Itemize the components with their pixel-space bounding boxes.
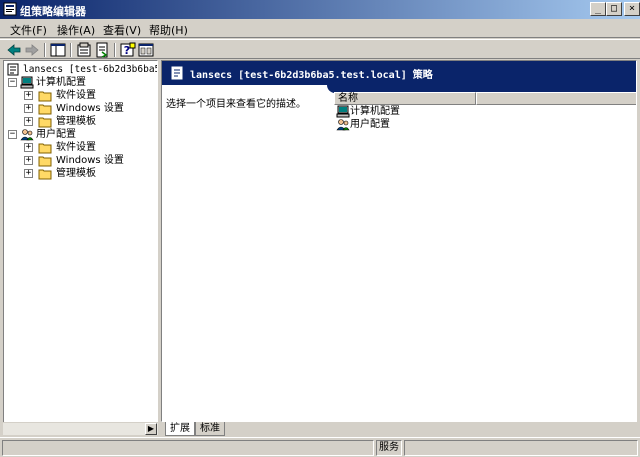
help-icon: ? [120, 42, 136, 57]
app-icon [3, 2, 17, 16]
folder-icon [38, 143, 52, 154]
tree-item-label: 用户配置 [36, 129, 76, 140]
toolbar: ? [0, 39, 640, 59]
tree-horizontal-scrollbar[interactable]: ▶ [3, 422, 158, 435]
forward-button[interactable] [24, 42, 40, 58]
tree-pane: lansecs [test-6b2d3b6ba5.test.local] 策略 … [3, 60, 158, 435]
view-tabs: 扩展 标准 [161, 422, 637, 436]
console-button[interactable] [138, 42, 154, 58]
collapse-icon[interactable]: − [8, 130, 17, 139]
forward-icon [25, 44, 39, 56]
back-icon [7, 44, 21, 56]
tree-item-label: Windows 设置 [56, 155, 124, 166]
tab-standard[interactable]: 标准 [195, 422, 225, 436]
list-header: 名称 [334, 92, 636, 105]
status-bar: 服务 [0, 437, 640, 457]
computer-icon [20, 76, 34, 89]
close-button[interactable]: × [624, 2, 640, 16]
expand-icon[interactable]: + [24, 143, 33, 152]
pane-header: lansecs [test-6b2d3b6ba5.test.local] 策略 [162, 61, 636, 85]
users-icon [336, 119, 350, 131]
folder-icon [38, 104, 52, 115]
tree-item-computer-templates[interactable]: + 管理模板 [24, 115, 154, 128]
folder-icon [38, 169, 52, 180]
tree-item-label: 管理模板 [56, 116, 96, 127]
menu-view[interactable]: 查看(V) [103, 22, 141, 38]
computer-icon [336, 105, 350, 118]
expand-icon[interactable]: + [24, 117, 33, 126]
svg-text:?: ? [124, 44, 130, 57]
menu-action[interactable]: 操作(A) [57, 22, 95, 38]
show-hide-tree-button[interactable] [50, 42, 66, 58]
toolbar-separator [70, 43, 72, 57]
expand-icon[interactable]: + [24, 104, 33, 113]
users-icon [20, 129, 34, 141]
column-header-name[interactable]: 名称 [334, 92, 476, 105]
tree-item-label: 软件设置 [56, 142, 96, 153]
tree-item-user-software[interactable]: + 软件设置 [24, 141, 154, 154]
expand-icon[interactable]: + [24, 156, 33, 165]
toolbar-separator [44, 43, 46, 57]
list-item-label: 计算机配置 [350, 106, 400, 117]
properties-button[interactable] [76, 42, 92, 58]
toolbar-separator [114, 43, 116, 57]
policy-scroll-icon [7, 63, 19, 76]
policy-scroll-icon [171, 66, 183, 80]
tree-item-label: Windows 设置 [56, 103, 124, 114]
back-button[interactable] [6, 42, 22, 58]
menu-bar: 文件(F) 操作(A) 查看(V) 帮助(H) [0, 19, 640, 38]
folder-icon [38, 117, 52, 128]
tree-item-computer-windows[interactable]: + Windows 设置 [24, 102, 154, 115]
tree-item-label: 管理模板 [56, 168, 96, 179]
export-list-button[interactable] [94, 42, 110, 58]
window-title: 组策略编辑器 [20, 5, 86, 18]
column-header-empty[interactable] [476, 92, 636, 105]
tree-item-label: 软件设置 [56, 90, 96, 101]
menu-file[interactable]: 文件(F) [10, 22, 47, 38]
tree-root[interactable]: lansecs [test-6b2d3b6ba5.test.local] 策略 [6, 63, 157, 76]
expand-icon[interactable]: + [24, 91, 33, 100]
show-hide-tree-icon [50, 43, 66, 57]
properties-icon [77, 42, 91, 57]
status-segment-right [404, 440, 638, 456]
pane-header-title: lansecs [test-6b2d3b6ba5.test.local] 策略 [190, 70, 433, 81]
export-list-icon [96, 42, 108, 58]
collapse-icon[interactable]: − [8, 78, 17, 87]
menu-help[interactable]: 帮助(H) [149, 22, 188, 38]
list-item-label: 用户配置 [350, 119, 390, 130]
status-service: 服务 [376, 440, 402, 456]
status-segment-main [2, 440, 374, 456]
folder-icon [38, 156, 52, 167]
tree-item-user[interactable]: − 用户配置 [8, 128, 157, 141]
tree-item-label: 计算机配置 [36, 77, 86, 88]
console-icon [138, 43, 154, 57]
scroll-right-icon[interactable]: ▶ [145, 423, 157, 435]
maximize-button[interactable]: □ [606, 2, 622, 16]
tree-item-user-windows[interactable]: + Windows 设置 [24, 154, 154, 167]
tree-root-label: lansecs [test-6b2d3b6ba5.test.local] 策略 [23, 64, 157, 75]
help-button[interactable]: ? [120, 42, 136, 58]
tree-item-computer[interactable]: − 计算机配置 [8, 76, 157, 89]
tree-item-user-templates[interactable]: + 管理模板 [24, 167, 154, 180]
tree-item-computer-software[interactable]: + 软件设置 [24, 89, 154, 102]
tab-extended[interactable]: 扩展 [165, 422, 195, 436]
minimize-button[interactable]: _ [590, 2, 606, 16]
expand-icon[interactable]: + [24, 169, 33, 178]
title-bar: 组策略编辑器 _ □ × [0, 0, 640, 19]
description-text: 选择一个项目来查看它的描述。 [166, 99, 306, 110]
folder-icon [38, 91, 52, 102]
details-pane: lansecs [test-6b2d3b6ba5.test.local] 策略 … [161, 60, 637, 422]
